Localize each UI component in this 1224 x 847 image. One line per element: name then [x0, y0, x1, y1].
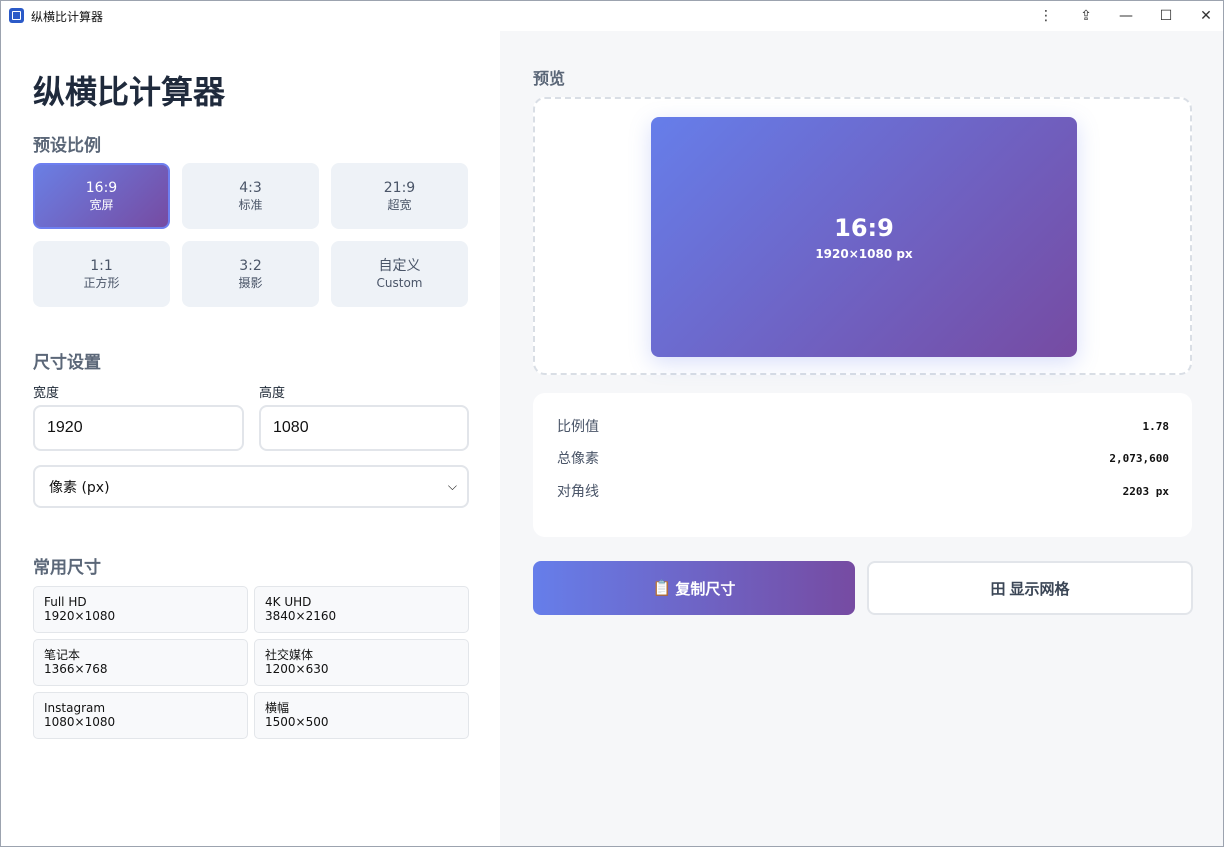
size-name: 笔记本: [44, 648, 81, 662]
stat-label: 总像素: [557, 451, 599, 467]
presets-title: 预设比例: [33, 136, 101, 156]
preset-4-3-button[interactable]: 4:3 标准: [182, 163, 319, 229]
preset-ratio: 16:9: [85, 179, 118, 196]
grid-icon: 田: [990, 579, 1006, 598]
show-grid-label: 显示网格: [1009, 579, 1070, 598]
preview-title: 预览: [533, 69, 566, 88]
settings-panel: 纵横比计算器 预设比例 16:9 宽屏 4:3 标准 21:9 超宽 1:1 正…: [1, 31, 500, 846]
more-options-icon[interactable]: ⋮: [1026, 1, 1066, 31]
stat-label: 对角线: [557, 484, 599, 500]
preset-ratio: 自定义: [378, 257, 421, 274]
unit-select-value: 像素 (px): [49, 479, 110, 496]
preset-label: 摄影: [238, 275, 263, 290]
size-dimensions: 1366×768: [44, 662, 108, 676]
window-title: 纵横比计算器: [31, 10, 104, 24]
size-item-social-media[interactable]: 社交媒体 1200×630: [254, 639, 469, 686]
app-icon: [9, 8, 24, 23]
preset-ratio-grid: 16:9 宽屏 4:3 标准 21:9 超宽 1:1 正方形 3:2 摄影 自定…: [33, 163, 469, 307]
stats-card: 比例值 1.78 总像素 2,073,600 对角线 2203 px: [533, 393, 1192, 537]
size-name: Instagram: [44, 701, 106, 715]
stat-value: 2203 px: [1122, 484, 1169, 498]
stat-value: 1.78: [1142, 419, 1170, 433]
preset-3-2-button[interactable]: 3:2 摄影: [182, 241, 319, 307]
size-item-laptop[interactable]: 笔记本 1366×768: [33, 639, 248, 686]
preset-ratio: 21:9: [383, 179, 416, 196]
common-sizes-grid: Full HD 1920×1080 4K UHD 3840×2160 笔记本 1…: [33, 586, 469, 739]
title-bar: 纵横比计算器 ⋮ ⇪ — ☐ ✕: [1, 1, 1223, 31]
preset-ratio: 1:1: [90, 257, 113, 274]
height-label: 高度: [259, 386, 286, 401]
stat-value: 2,073,600: [1109, 451, 1169, 465]
preview-ratio-text: 16:9: [834, 214, 894, 242]
size-item-full-hd[interactable]: Full HD 1920×1080: [33, 586, 248, 633]
stat-row-ratio: 比例值 1.78: [557, 416, 1169, 436]
preset-ratio: 3:2: [239, 257, 262, 274]
preview-dimensions-text: 1920×1080 px: [815, 247, 913, 261]
stat-row-total-pixels: 总像素 2,073,600: [557, 448, 1169, 468]
size-item-4k-uhd[interactable]: 4K UHD 3840×2160: [254, 586, 469, 633]
preset-ratio: 4:3: [239, 179, 262, 196]
page-title: 纵横比计算器: [33, 73, 226, 111]
chevron-down-icon: ⌵: [447, 479, 457, 493]
preset-label: 宽屏: [89, 197, 114, 212]
preset-label: 正方形: [83, 275, 120, 290]
maximize-button[interactable]: ☐: [1146, 1, 1186, 31]
width-input[interactable]: [33, 405, 244, 451]
size-name: 4K UHD: [265, 595, 312, 609]
preset-label: 标准: [238, 197, 263, 212]
size-settings-title: 尺寸设置: [33, 353, 101, 373]
app-window: 纵横比计算器 ⋮ ⇪ — ☐ ✕ 纵横比计算器 预设比例 16:9 宽屏 4:3…: [0, 0, 1224, 847]
preset-label: 超宽: [387, 197, 412, 212]
clipboard-icon: 📋: [652, 579, 672, 597]
size-name: Full HD: [44, 595, 87, 609]
pin-icon[interactable]: ⇪: [1066, 1, 1106, 31]
preview-frame: 16:9 1920×1080 px: [533, 97, 1192, 375]
aspect-ratio-preview: 16:9 1920×1080 px: [651, 117, 1077, 357]
size-dimensions: 1920×1080: [44, 609, 116, 623]
preset-16-9-button[interactable]: 16:9 宽屏: [33, 163, 170, 229]
preset-label: Custom: [376, 275, 423, 290]
size-item-instagram[interactable]: Instagram 1080×1080: [33, 692, 248, 739]
stat-label: 比例值: [557, 419, 599, 435]
common-sizes-title: 常用尺寸: [33, 558, 101, 578]
size-dimensions: 1500×500: [265, 715, 329, 729]
show-grid-button[interactable]: 田 显示网格: [867, 561, 1193, 615]
copy-size-button[interactable]: 📋 复制尺寸: [533, 561, 855, 615]
preset-21-9-button[interactable]: 21:9 超宽: [331, 163, 468, 229]
height-input[interactable]: [259, 405, 469, 451]
copy-size-label: 复制尺寸: [675, 579, 736, 598]
minimize-button[interactable]: —: [1106, 1, 1146, 31]
size-item-banner[interactable]: 横幅 1500×500: [254, 692, 469, 739]
size-dimensions: 3840×2160: [265, 609, 337, 623]
size-name: 社交媒体: [265, 648, 314, 662]
size-dimensions: 1200×630: [265, 662, 329, 676]
preview-panel: 预览 16:9 1920×1080 px 比例值 1.78 总像素 2,073,…: [500, 31, 1223, 846]
size-name: 横幅: [265, 701, 290, 715]
preset-custom-button[interactable]: 自定义 Custom: [331, 241, 468, 307]
unit-select[interactable]: 像素 (px) ⌵: [33, 465, 469, 508]
close-button[interactable]: ✕: [1186, 1, 1224, 31]
size-dimensions: 1080×1080: [44, 715, 116, 729]
stat-row-diagonal: 对角线 2203 px: [557, 481, 1169, 501]
width-label: 宽度: [33, 386, 60, 401]
preset-1-1-button[interactable]: 1:1 正方形: [33, 241, 170, 307]
